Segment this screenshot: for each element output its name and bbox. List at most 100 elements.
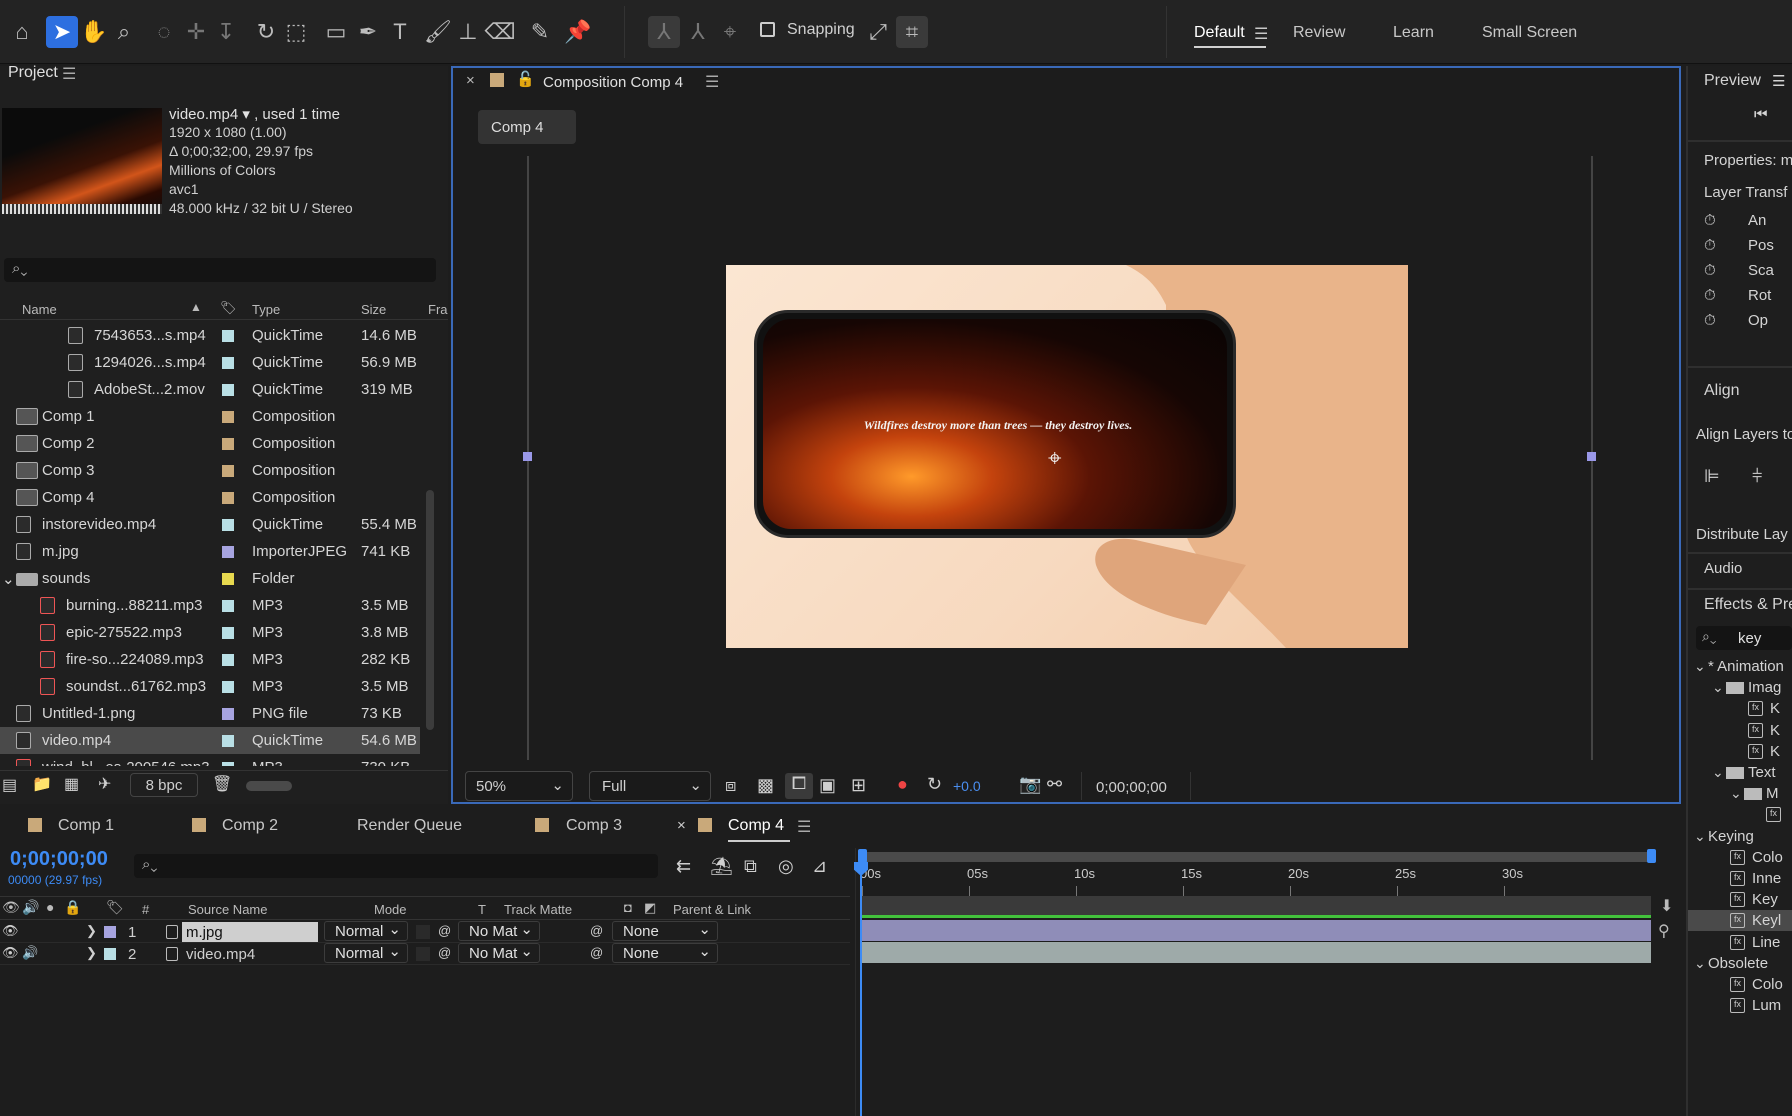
playhead-line[interactable] bbox=[860, 860, 862, 1116]
workspace-default[interactable]: Default bbox=[1194, 24, 1245, 42]
blend-mode-dropdown[interactable]: Normal ⌄ bbox=[324, 943, 408, 963]
matte-invert-icon[interactable]: ◩ bbox=[644, 900, 656, 916]
label-swatch[interactable] bbox=[222, 681, 234, 693]
column-type[interactable]: Type bbox=[252, 302, 280, 317]
project-item[interactable]: 7543653...s.mp4 QuickTime 14.6 MB bbox=[0, 322, 420, 349]
track-matte-dropdown[interactable]: No Mat ⌄ bbox=[458, 921, 540, 941]
blend-mode-dropdown[interactable]: Normal ⌄ bbox=[324, 921, 408, 941]
matte-pick-whip-icon[interactable]: @ bbox=[438, 945, 451, 960]
column-source-name[interactable]: Source Name bbox=[188, 902, 267, 917]
layer-bar-video-mp4[interactable] bbox=[862, 942, 1651, 963]
anchor-point-icon[interactable]: ⌖ bbox=[1048, 445, 1062, 473]
snapshot-icon[interactable]: 📷 bbox=[1019, 774, 1041, 795]
project-item[interactable]: soundst...61762.mp3 MP3 3.5 MB bbox=[0, 673, 420, 700]
effects-tree-item[interactable]: fx Colo bbox=[1688, 847, 1792, 868]
effects-tree-item[interactable]: ⌄ Text bbox=[1688, 762, 1792, 783]
preserve-transparency-toggle[interactable] bbox=[416, 925, 430, 939]
skip-to-start-icon[interactable]: ⏮ bbox=[1754, 106, 1768, 123]
chevron-down-icon[interactable]: ⌄ bbox=[1694, 658, 1706, 675]
column-size[interactable]: Size bbox=[361, 302, 386, 317]
magnification-dropdown[interactable]: 50% ⌄ bbox=[465, 771, 573, 801]
layer-name[interactable]: video.mp4 bbox=[182, 944, 318, 964]
tab-comp-2[interactable]: Comp 2 bbox=[222, 817, 278, 835]
fast-previews-icon[interactable]: ⧈ bbox=[725, 775, 736, 796]
anchor-point-tool-icon[interactable]: ⬚ bbox=[280, 16, 312, 48]
lock-icon[interactable]: 🔓 bbox=[516, 70, 535, 88]
video-visibility-icon[interactable]: 👁 bbox=[2, 923, 19, 939]
effects-tree-item[interactable]: fx Lum bbox=[1688, 995, 1792, 1016]
align-center-icon[interactable]: ⫩ bbox=[1752, 466, 1762, 487]
project-scrollbar[interactable] bbox=[426, 490, 434, 730]
bit-depth-button[interactable]: 8 bpc bbox=[130, 773, 198, 797]
chevron-down-icon[interactable]: ⌄ bbox=[2, 570, 15, 588]
effects-tree-item[interactable]: fx K bbox=[1688, 720, 1792, 741]
effects-tree-item[interactable]: fx K bbox=[1688, 741, 1792, 762]
effects-tree-item[interactable]: fx Colo bbox=[1688, 974, 1792, 995]
align-panel-title[interactable]: Align bbox=[1704, 382, 1740, 400]
effects-tree-item[interactable]: fx K bbox=[1688, 698, 1792, 719]
comp-button-icon[interactable]: ⬇ bbox=[1660, 896, 1673, 916]
project-item[interactable]: Untitled-1.png PNG file 73 KB bbox=[0, 700, 420, 727]
properties-panel-title[interactable]: Properties: m bbox=[1704, 152, 1792, 169]
layer-pick-whip-icon[interactable]: ⚲ bbox=[1658, 921, 1670, 941]
stopwatch-icon[interactable]: ⏱ bbox=[1704, 312, 1716, 329]
effects-tree-item[interactable]: fx Keyl bbox=[1688, 910, 1792, 932]
mask-visibility-icon[interactable]: ⧠ bbox=[785, 773, 813, 799]
viewer-tab-title[interactable]: Composition Comp 4 bbox=[543, 74, 683, 91]
hand-tool-icon[interactable]: ✋ bbox=[78, 16, 110, 48]
motion-blur-icon[interactable]: ◎ bbox=[778, 856, 794, 877]
project-item[interactable]: wind_bl...es-200546.mp3 MP3 730 KB bbox=[0, 754, 420, 766]
label-swatch[interactable] bbox=[222, 627, 234, 639]
layer-bar-m-jpg[interactable] bbox=[862, 920, 1651, 941]
stopwatch-icon[interactable]: ⏱ bbox=[1704, 287, 1716, 304]
project-item[interactable]: Comp 4 Composition bbox=[0, 484, 420, 511]
expand-chevron-icon[interactable]: ❯ bbox=[86, 923, 97, 939]
label-swatch[interactable] bbox=[222, 330, 234, 342]
parent-pick-whip-icon[interactable]: @ bbox=[590, 923, 603, 938]
workspace-learn[interactable]: Learn bbox=[1393, 24, 1434, 42]
close-tab-icon[interactable]: × bbox=[466, 72, 475, 89]
effects-tree-item[interactable]: ⌄ Imag bbox=[1688, 677, 1792, 698]
project-item[interactable]: AdobeSt...2.mov QuickTime 319 MB bbox=[0, 376, 420, 403]
new-composition-icon[interactable]: ▦ bbox=[64, 774, 79, 794]
project-item[interactable]: Comp 1 Composition bbox=[0, 403, 420, 430]
graph-editor-icon[interactable]: ⊿ bbox=[812, 856, 827, 877]
clone-stamp-tool-icon[interactable]: ⊥ bbox=[452, 16, 484, 48]
project-item[interactable]: ⌄ sounds Folder bbox=[0, 565, 420, 592]
rotate-tool-icon[interactable]: ↻ bbox=[250, 16, 282, 48]
shy-layers-icon[interactable]: ⛱ bbox=[710, 856, 733, 877]
label-swatch[interactable] bbox=[222, 411, 234, 423]
chevron-down-icon[interactable]: ⌄ bbox=[1712, 679, 1724, 696]
chevron-down-icon[interactable]: ⌄ bbox=[1730, 785, 1742, 802]
project-item[interactable]: Comp 2 Composition bbox=[0, 430, 420, 457]
chevron-down-icon[interactable]: ⌄ bbox=[1694, 955, 1706, 972]
effects-tree-item[interactable]: fx Inne bbox=[1688, 868, 1792, 889]
new-folder-icon[interactable]: 📁 bbox=[32, 774, 52, 794]
parent-dropdown[interactable]: None ⌄ bbox=[612, 943, 718, 963]
label-swatch[interactable] bbox=[222, 519, 234, 531]
track-matte-dropdown[interactable]: No Mat ⌄ bbox=[458, 943, 540, 963]
composition-mini-flowchart-icon[interactable]: ⇇ bbox=[676, 856, 691, 877]
timeline-tracks-area[interactable]: 00s 05s 10s 15s 20s 25s 30s ⬇ ⚲ bbox=[854, 848, 1685, 1116]
label-swatch[interactable] bbox=[222, 465, 234, 477]
effects-tree-item[interactable]: ⌄ * Animation bbox=[1688, 656, 1792, 677]
project-item[interactable]: Comp 3 Composition bbox=[0, 457, 420, 484]
label-swatch[interactable] bbox=[222, 600, 234, 612]
layer-row[interactable]: 👁 ❯ 1 m.jpg Normal ⌄ @ No Mat ⌄ @ None ⌄ bbox=[0, 921, 850, 943]
matte-pick-whip-icon[interactable]: @ bbox=[438, 923, 451, 938]
label-swatch[interactable] bbox=[222, 708, 234, 720]
current-time-display[interactable]: 0;00;00;00 bbox=[10, 848, 108, 871]
stopwatch-icon[interactable]: ⏱ bbox=[1704, 262, 1716, 279]
column-track-matte[interactable]: Track Matte bbox=[504, 902, 572, 917]
label-swatch[interactable] bbox=[222, 492, 234, 504]
reset-exposure-icon[interactable]: ↻ bbox=[927, 774, 942, 795]
project-item[interactable]: fire-so...224089.mp3 MP3 282 KB bbox=[0, 646, 420, 673]
transparency-grid-icon[interactable]: ▩ bbox=[757, 775, 774, 796]
video-visibility-icon[interactable]: 👁 bbox=[2, 899, 20, 916]
brush-tool-icon[interactable]: 🖌 bbox=[422, 16, 454, 48]
column-mode[interactable]: Mode bbox=[374, 902, 407, 917]
tab-comp-3[interactable]: Comp 3 bbox=[566, 817, 622, 835]
dolly-camera-icon[interactable]: ↧ bbox=[210, 16, 242, 48]
tab-comp-4[interactable]: Comp 4 bbox=[728, 817, 784, 835]
layer-handle-right[interactable] bbox=[1587, 452, 1596, 461]
